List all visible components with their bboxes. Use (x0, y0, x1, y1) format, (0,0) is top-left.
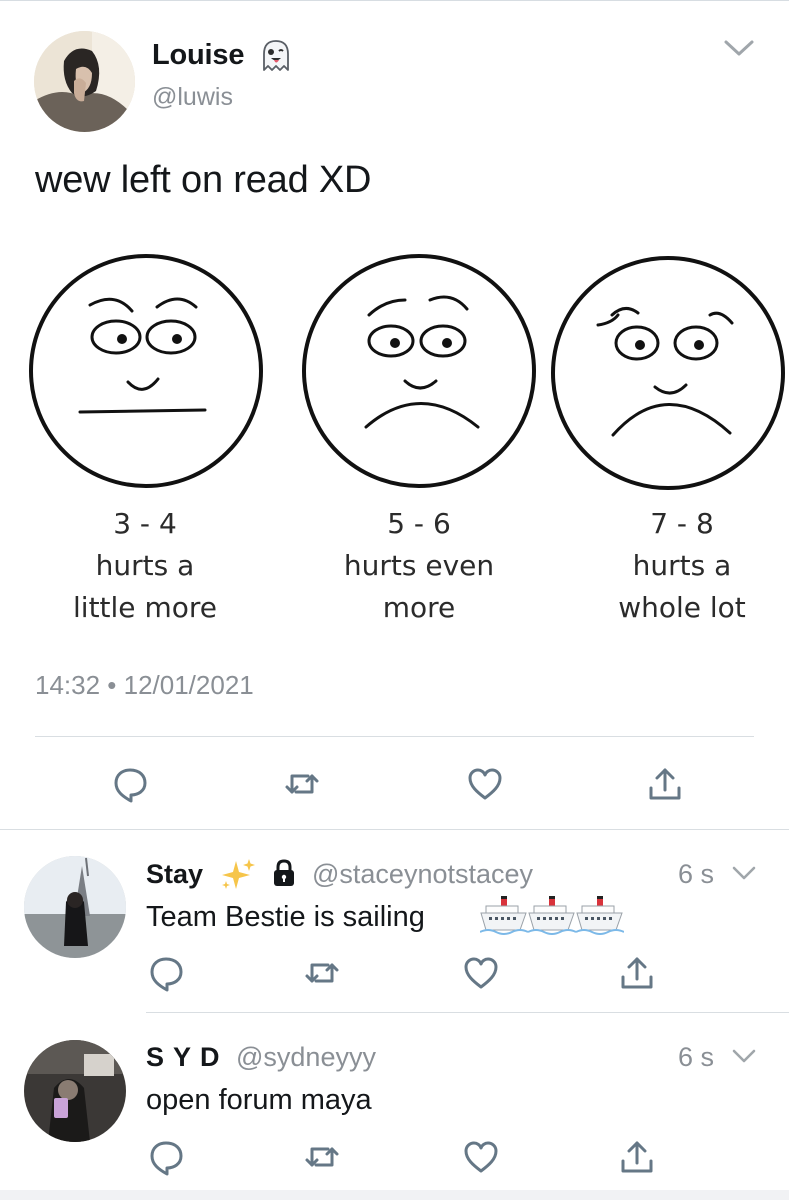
caption-range: 5 - 6 (387, 507, 451, 540)
sparkles-emoji (218, 855, 258, 895)
author-name[interactable]: Louise (152, 37, 244, 73)
divider (35, 736, 754, 737)
divider (0, 829, 789, 830)
share-icon[interactable] (645, 764, 685, 804)
pain-scale-faces (29, 254, 785, 490)
reply-author-name[interactable]: S Y D (146, 1040, 221, 1074)
reply-author-handle[interactable]: @sydneyyy (236, 1040, 376, 1074)
reply-icon[interactable] (146, 953, 186, 993)
reply-author-handle[interactable]: @staceynotstacey (312, 857, 533, 891)
avatar[interactable] (24, 856, 126, 958)
tweet-text: wew left on read XD (35, 159, 372, 201)
caption-range: 3 - 4 (113, 507, 177, 540)
share-icon[interactable] (617, 953, 657, 993)
tweet-timestamp[interactable]: 14:32 • 12/01/2021 (35, 668, 254, 702)
ship-emojis (479, 892, 625, 940)
divider (146, 1012, 789, 1013)
retweet-icon[interactable] (302, 953, 342, 993)
chevron-down-icon[interactable] (731, 1043, 757, 1069)
like-icon[interactable] (461, 1137, 501, 1177)
reply-text: Team Bestie is sailing (146, 901, 425, 933)
caption-line: more (382, 591, 456, 624)
avatar[interactable] (24, 1040, 126, 1142)
chevron-down-icon[interactable] (731, 860, 757, 886)
like-icon[interactable] (461, 953, 501, 993)
caption-7-8: 7 - 8 hurts a whole lot (582, 503, 782, 629)
caption-line: hurts a (632, 549, 732, 582)
caption-line: hurts a (95, 549, 195, 582)
reply-icon[interactable] (146, 1137, 186, 1177)
caption-line: whole lot (618, 591, 746, 624)
like-icon[interactable] (465, 764, 505, 804)
lock-icon (268, 857, 300, 889)
retweet-icon[interactable] (282, 764, 322, 804)
top-divider (0, 0, 789, 1)
avatar[interactable] (34, 31, 135, 132)
reply-icon[interactable] (110, 764, 150, 804)
share-icon[interactable] (617, 1137, 657, 1177)
avatar-photo (24, 856, 126, 958)
avatar-photo (24, 1040, 126, 1142)
caption-3-4: 3 - 4 hurts a little more (40, 503, 250, 629)
author-handle[interactable]: @luwis (152, 82, 233, 112)
caption-5-6: 5 - 6 hurts even more (312, 503, 526, 629)
caption-line: hurts even (343, 549, 495, 582)
chevron-down-icon[interactable] (721, 30, 757, 66)
reply-time: 6 s (678, 859, 715, 889)
caption-line: little more (73, 591, 217, 624)
avatar-photo (34, 31, 135, 132)
retweet-icon[interactable] (302, 1137, 342, 1177)
caption-range: 7 - 8 (650, 507, 714, 540)
bottom-edge (0, 1190, 789, 1200)
ghost-emoji (258, 38, 294, 74)
reply-text: open forum maya (146, 1084, 372, 1116)
reply-author-name[interactable]: Stay (146, 857, 203, 891)
reply-time: 6 s (678, 1042, 715, 1072)
tweet-image[interactable]: 3 - 4 hurts a little more 5 - 6 hurts ev… (0, 245, 789, 645)
